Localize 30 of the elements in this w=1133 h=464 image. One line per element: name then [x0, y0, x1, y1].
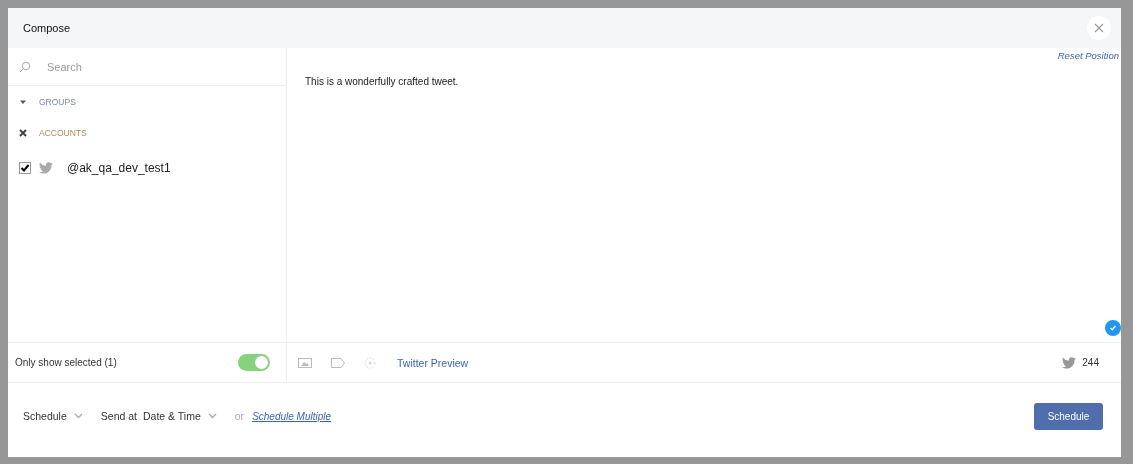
send-at-label: Send at [100, 410, 137, 422]
image-icon[interactable] [298, 357, 312, 368]
section-header[interactable]: ACCOUNTS [39, 127, 87, 138]
chevron-icon [207, 413, 217, 419]
tag-icon[interactable] [331, 357, 345, 368]
checkbox[interactable] [19, 162, 31, 174]
bird-icon [1062, 356, 1077, 369]
schedule-button[interactable]: Schedule [1034, 402, 1103, 430]
reset-position-link[interactable]: Reset Position [1057, 50, 1119, 61]
close-button[interactable] [1087, 16, 1111, 40]
filter-label: Only show selected (1) [15, 357, 117, 368]
schedule-multiple-link[interactable]: Schedule Multiple [252, 410, 332, 422]
twitter-preview-link[interactable]: Twitter Preview [397, 356, 469, 369]
or-label: or [234, 410, 245, 422]
caret-icon [19, 98, 27, 105]
schedule-dropdown[interactable]: Schedule [23, 410, 83, 422]
chevron-icon [73, 413, 83, 419]
account-handle[interactable]: @ak_qa_dev_test1 [67, 161, 171, 175]
window-title: Compose [23, 22, 72, 34]
close-icon [1094, 23, 1104, 33]
search-icon [19, 60, 31, 73]
search-field[interactable]: Search [45, 59, 249, 74]
target-icon[interactable] [364, 356, 376, 369]
date-time-dropdown[interactable]: Date & Time [143, 410, 217, 422]
character-count: 244 [1082, 357, 1099, 368]
toggle-switch[interactable] [238, 354, 270, 371]
tweet-text[interactable]: This is a wonderfully crafted tweet. [305, 76, 459, 87]
section-header[interactable]: GROUPS [39, 96, 76, 107]
cross-icon [19, 128, 27, 137]
bird-icon [39, 162, 53, 174]
